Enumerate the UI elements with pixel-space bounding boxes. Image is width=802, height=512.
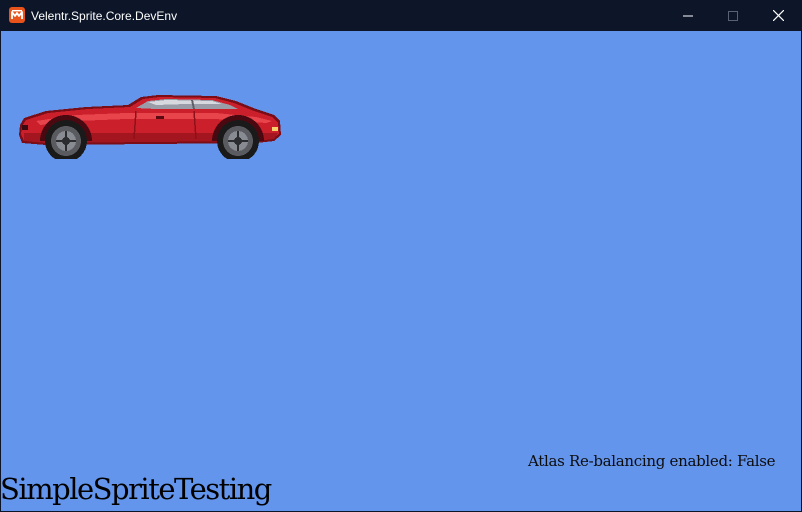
window-title: Velentr.Sprite.Core.DevEnv [31,9,178,23]
maximize-icon [728,10,738,21]
app-name-label: SimpleSpriteTesting [0,472,272,506]
title-bar[interactable]: Velentr.Sprite.Core.DevEnv [0,0,802,31]
monogame-logo-icon [9,7,25,23]
red-sports-car-sprite [19,95,281,159]
minimize-icon [683,15,693,16]
maximize-button[interactable] [710,0,756,31]
atlas-status-text: Atlas Re-balancing enabled: False [528,452,776,470]
minimize-button[interactable] [665,0,711,31]
close-button[interactable] [755,0,801,31]
close-icon [772,10,784,21]
app-window: Velentr.Sprite.Core.DevEnv Atlas Re-bala… [0,0,802,512]
window-border-left [0,31,1,512]
